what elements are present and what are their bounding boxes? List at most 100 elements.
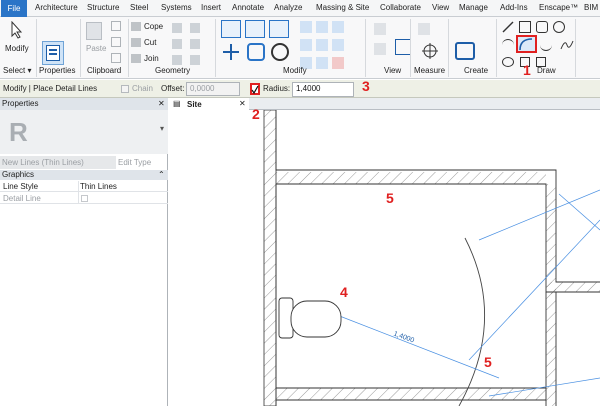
radius-label: Radius: [263,84,291,93]
polygon-draw-icon[interactable] [536,21,548,33]
view-tool-icon[interactable] [374,23,386,35]
panel-label-select[interactable]: Select ▾ [3,66,31,75]
cut-icon[interactable] [131,38,141,47]
measure-icon[interactable] [418,23,430,35]
ellipse-draw-icon[interactable] [502,57,514,67]
view-tab-bar: ▤ Site ✕ [169,98,600,110]
radius-checkbox[interactable] [250,83,260,95]
site-view-icon: ▤ [173,99,181,108]
drawing-canvas[interactable]: 1,4000 [169,110,600,406]
view-tool-icon[interactable] [374,43,386,55]
paste-label[interactable]: Paste [86,44,106,53]
callout-4: 4 [340,284,348,300]
offset-input[interactable]: 0,0000 [186,82,240,96]
delete-icon[interactable] [332,57,344,69]
move-icon[interactable] [221,43,241,61]
paste-icon[interactable] [86,22,102,40]
chain-checkbox[interactable] [121,85,129,93]
top-wall [276,172,546,184]
cursor-icon[interactable] [10,21,24,39]
tab-massing-site[interactable]: Massing & Site [316,3,369,12]
callout-5-top: 5 [386,190,394,206]
tab-view[interactable]: View [432,3,449,12]
chevron-down-icon[interactable]: ▾ [160,124,164,133]
callout-2: 2 [252,106,260,122]
tab-manage[interactable]: Manage [459,3,488,12]
cut-clip-icon[interactable] [111,21,121,31]
geometry-tool-icon[interactable] [190,39,200,49]
geometry-tool-icon[interactable] [172,23,182,33]
circle-draw-icon[interactable] [553,21,565,33]
cope-icon[interactable] [131,22,141,31]
tab-systems[interactable]: Systems [161,3,192,12]
rotate-icon[interactable] [271,43,289,61]
geometry-tool-icon[interactable] [172,39,182,49]
tab-file[interactable]: File [1,0,27,17]
panel-label-properties: Properties [39,66,76,75]
fixture-bowl [290,300,342,338]
modify-tool-icon[interactable] [316,39,328,51]
mirror-icon[interactable] [269,20,289,38]
close-tab-icon[interactable]: ✕ [239,99,246,108]
tab-analyze[interactable]: Analyze [274,3,302,12]
tab-insert[interactable]: Insert [201,3,221,12]
close-icon[interactable]: ✕ [158,98,165,110]
table-row: Detail Line [0,193,168,204]
panel-label-measure: Measure [414,66,446,75]
crosshair-icon[interactable] [422,43,438,59]
rectangle-draw-icon[interactable] [519,21,531,33]
tab-enscape[interactable]: Enscape™ [539,3,578,12]
edit-type-button[interactable]: Edit Type [118,156,168,169]
modify-tool-label[interactable]: Modify [5,44,29,53]
match-clip-icon[interactable] [111,53,121,63]
cut-label[interactable]: Cut [144,38,156,47]
properties-title: Properties [2,99,39,108]
geometry-tool-icon[interactable] [190,55,200,65]
join-label[interactable]: Join [144,54,159,63]
geometry-tool-icon[interactable] [172,55,182,65]
tab-structure[interactable]: Structure [87,3,119,12]
tab-bim[interactable]: BIM [584,3,598,12]
tab-collaborate[interactable]: Collaborate [380,3,421,12]
create-group-icon[interactable] [455,42,475,60]
collapse-icon[interactable]: ⌃ [158,170,165,180]
revit-logo-icon: R [9,117,28,147]
modify-tool-icon[interactable] [316,57,328,69]
properties-button[interactable] [42,41,64,65]
view-tool-icon[interactable] [395,39,411,55]
offset-icon[interactable] [245,20,265,38]
modify-tool-icon[interactable] [332,21,344,33]
detail-line-checkbox[interactable] [81,195,88,202]
align-icon[interactable] [221,20,241,38]
modify-tool-icon[interactable] [300,21,312,33]
modify-tool-icon[interactable] [316,21,328,33]
options-bar: Modify | Place Detail Lines Chain Offset… [0,80,600,100]
panel-label-clipboard: Clipboard [87,66,122,75]
copy-clip-icon[interactable] [111,37,121,47]
floor-plan-drawing [263,110,600,406]
cope-label[interactable]: Cope [144,22,163,31]
join-icon[interactable] [131,54,141,63]
tab-site[interactable]: ▤ Site ✕ [169,98,249,110]
modify-tool-icon[interactable] [300,39,312,51]
tab-add-ins[interactable]: Add-Ins [500,3,528,12]
tab-steel[interactable]: Steel [130,3,148,12]
line-draw-icon[interactable] [502,21,514,33]
type-selector[interactable]: New Lines (Thin Lines) [0,156,116,169]
row-value[interactable]: Thin Lines [80,182,117,191]
spline-draw-icon[interactable] [560,39,574,51]
fillet-arc-button[interactable] [516,35,537,53]
geometry-tool-icon[interactable] [190,23,200,33]
tab-annotate[interactable]: Annotate [232,3,264,12]
tangent-arc-icon[interactable] [540,39,552,51]
callout-3: 3 [362,78,370,94]
graphics-section-header[interactable]: Graphics ⌃ [0,170,168,180]
arc-draw-icon[interactable] [502,39,514,51]
panel-label-draw: Draw [537,66,556,75]
panel-label-geometry: Geometry [155,66,191,75]
radius-input[interactable]: 1,4000 [292,82,354,97]
modify-tool-icon[interactable] [332,39,344,51]
tab-architecture[interactable]: Architecture [35,3,78,12]
copy-icon[interactable] [247,43,265,61]
callout-1: 1 [523,62,531,78]
